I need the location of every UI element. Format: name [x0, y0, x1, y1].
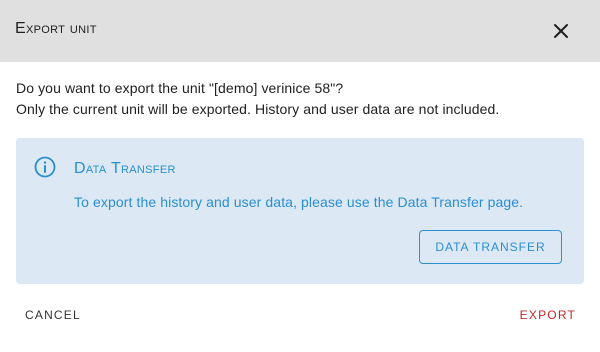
alert-text: To export the history and user data, ple… — [74, 194, 524, 210]
export-button[interactable]: EXPORT — [520, 308, 576, 322]
export-note: Only the current unit will be exported. … — [16, 101, 500, 117]
info-alert: Data Transfer To export the history and … — [16, 138, 584, 284]
info-icon — [34, 156, 56, 178]
cancel-button[interactable]: CANCEL — [25, 308, 81, 322]
close-icon — [554, 24, 568, 38]
close-button[interactable] — [549, 19, 573, 43]
alert-title: Data Transfer — [74, 160, 176, 177]
export-unit-dialog: Export unit Do you want to export the un… — [0, 0, 600, 352]
export-question: Do you want to export the unit "[demo] v… — [16, 80, 344, 96]
dialog-title: Export unit — [15, 20, 97, 37]
data-transfer-button[interactable]: DATA TRANSFER — [419, 230, 562, 264]
dialog-header: Export unit — [0, 0, 600, 62]
